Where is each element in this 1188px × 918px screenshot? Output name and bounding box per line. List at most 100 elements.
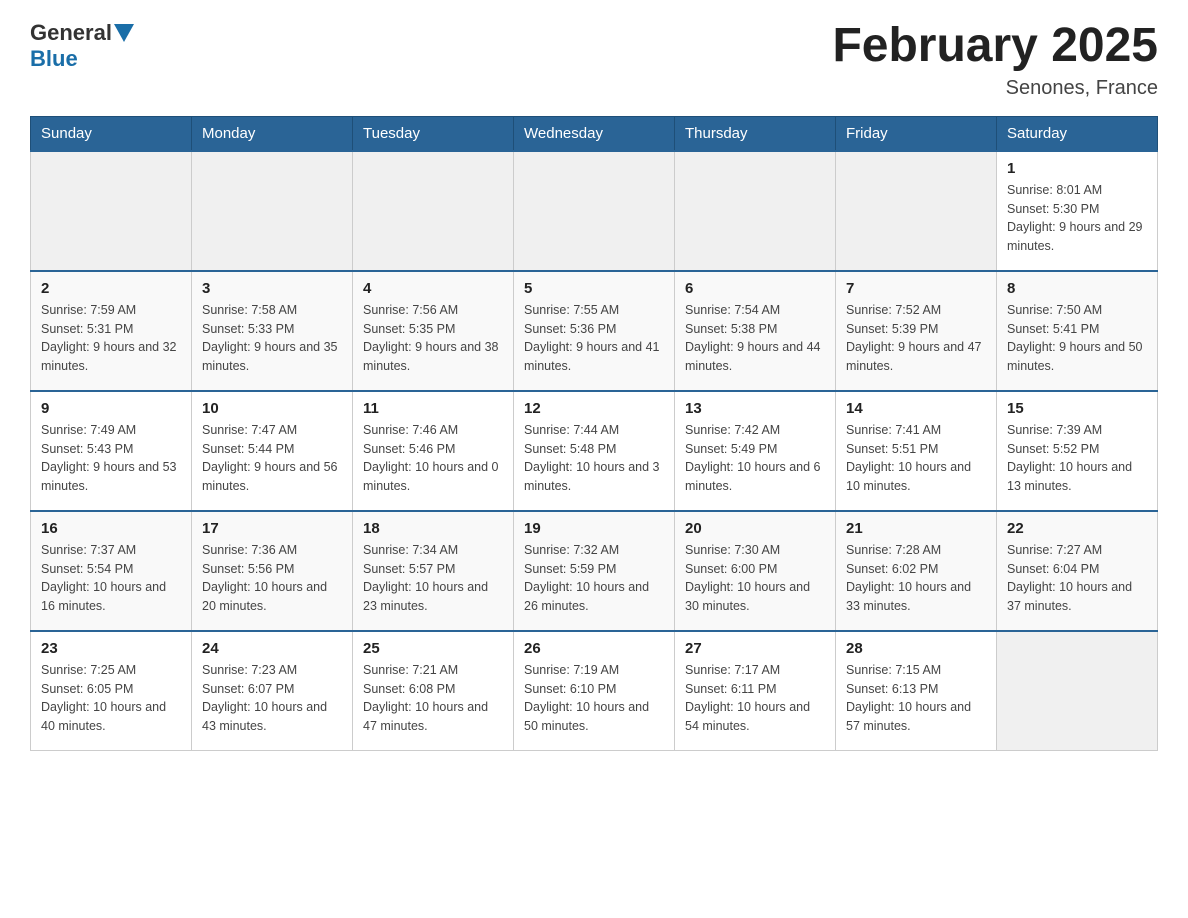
- calendar-cell: 19 Sunrise: 7:32 AM Sunset: 5:59 PM Dayli…: [514, 511, 675, 631]
- day-header-thursday: Thursday: [675, 116, 836, 151]
- day-info: Sunrise: 7:42 AM Sunset: 5:49 PM Dayligh…: [685, 421, 825, 496]
- day-number: 10: [202, 400, 342, 417]
- day-info: Sunrise: 7:23 AM Sunset: 6:07 PM Dayligh…: [202, 661, 342, 736]
- day-number: 19: [524, 520, 664, 537]
- day-info: Sunrise: 7:46 AM Sunset: 5:46 PM Dayligh…: [363, 421, 503, 496]
- day-number: 21: [846, 520, 986, 537]
- day-info: Sunrise: 7:36 AM Sunset: 5:56 PM Dayligh…: [202, 541, 342, 616]
- calendar-cell: 10Sunrise: 7:47 AM Sunset: 5:44 PM Dayli…: [192, 391, 353, 511]
- calendar-cell: 21 Sunrise: 7:28 AM Sunset: 6:02 PM Dayli…: [836, 511, 997, 631]
- logo-general-text: General: [30, 20, 112, 46]
- day-info: Sunrise: 7:25 AM Sunset: 6:05 PM Dayligh…: [41, 661, 181, 736]
- calendar-cell: 28 Sunrise: 7:15 AM Sunset: 6:13 PM Dayli…: [836, 631, 997, 751]
- day-header-saturday: Saturday: [997, 116, 1158, 151]
- day-info: Sunrise: 7:34 AM Sunset: 5:57 PM Dayligh…: [363, 541, 503, 616]
- day-info: Sunrise: 7:50 AM Sunset: 5:41 PM Dayligh…: [1007, 301, 1147, 376]
- day-number: 26: [524, 640, 664, 657]
- day-number: 6: [685, 280, 825, 297]
- calendar-cell: 8 Sunrise: 7:50 AM Sunset: 5:41 PM Daylig…: [997, 271, 1158, 391]
- calendar-cell: 24 Sunrise: 7:23 AM Sunset: 6:07 PM Dayli…: [192, 631, 353, 751]
- day-number: 27: [685, 640, 825, 657]
- day-info: Sunrise: 7:15 AM Sunset: 6:13 PM Dayligh…: [846, 661, 986, 736]
- calendar-cell: [514, 151, 675, 271]
- calendar-header-row: SundayMondayTuesdayWednesdayThursdayFrid…: [31, 116, 1158, 151]
- day-number: 8: [1007, 280, 1147, 297]
- calendar-cell: [997, 631, 1158, 751]
- day-header-tuesday: Tuesday: [353, 116, 514, 151]
- calendar-cell: [675, 151, 836, 271]
- day-number: 16: [41, 520, 181, 537]
- calendar-cell: [836, 151, 997, 271]
- day-number: 12: [524, 400, 664, 417]
- day-info: Sunrise: 7:59 AM Sunset: 5:31 PM Dayligh…: [41, 301, 181, 376]
- page-subtitle: Senones, France: [832, 77, 1158, 100]
- day-number: 25: [363, 640, 503, 657]
- day-header-monday: Monday: [192, 116, 353, 151]
- calendar-cell: 3 Sunrise: 7:58 AM Sunset: 5:33 PM Daylig…: [192, 271, 353, 391]
- day-number: 17: [202, 520, 342, 537]
- day-info: Sunrise: 7:28 AM Sunset: 6:02 PM Dayligh…: [846, 541, 986, 616]
- calendar-cell: 12 Sunrise: 7:44 AM Sunset: 5:48 PM Dayli…: [514, 391, 675, 511]
- page-title: February 2025: [832, 20, 1158, 73]
- calendar-cell: 2 Sunrise: 7:59 AM Sunset: 5:31 PM Daylig…: [31, 271, 192, 391]
- calendar-cell: 11Sunrise: 7:46 AM Sunset: 5:46 PM Dayli…: [353, 391, 514, 511]
- week-row-1: 1Sunrise: 8:01 AM Sunset: 5:30 PM Daylig…: [31, 151, 1158, 271]
- day-number: 22: [1007, 520, 1147, 537]
- day-number: 20: [685, 520, 825, 537]
- calendar-cell: 20 Sunrise: 7:30 AM Sunset: 6:00 PM Dayli…: [675, 511, 836, 631]
- day-number: 3: [202, 280, 342, 297]
- day-number: 4: [363, 280, 503, 297]
- calendar-table: SundayMondayTuesdayWednesdayThursdayFrid…: [30, 116, 1158, 752]
- day-number: 1: [1007, 160, 1147, 177]
- calendar-cell: 17 Sunrise: 7:36 AM Sunset: 5:56 PM Dayli…: [192, 511, 353, 631]
- calendar-cell: 16 Sunrise: 7:37 AM Sunset: 5:54 PM Dayli…: [31, 511, 192, 631]
- calendar-cell: [31, 151, 192, 271]
- calendar-cell: 1Sunrise: 8:01 AM Sunset: 5:30 PM Daylig…: [997, 151, 1158, 271]
- day-number: 24: [202, 640, 342, 657]
- day-info: Sunrise: 7:39 AM Sunset: 5:52 PM Dayligh…: [1007, 421, 1147, 496]
- day-number: 9: [41, 400, 181, 417]
- calendar-cell: [192, 151, 353, 271]
- day-info: Sunrise: 7:17 AM Sunset: 6:11 PM Dayligh…: [685, 661, 825, 736]
- calendar-cell: 22Sunrise: 7:27 AM Sunset: 6:04 PM Dayli…: [997, 511, 1158, 631]
- day-info: Sunrise: 7:32 AM Sunset: 5:59 PM Dayligh…: [524, 541, 664, 616]
- week-row-4: 16 Sunrise: 7:37 AM Sunset: 5:54 PM Dayli…: [31, 511, 1158, 631]
- day-info: Sunrise: 7:37 AM Sunset: 5:54 PM Dayligh…: [41, 541, 181, 616]
- day-info: Sunrise: 7:44 AM Sunset: 5:48 PM Dayligh…: [524, 421, 664, 496]
- calendar-cell: 9Sunrise: 7:49 AM Sunset: 5:43 PM Daylig…: [31, 391, 192, 511]
- day-number: 14: [846, 400, 986, 417]
- day-info: Sunrise: 7:41 AM Sunset: 5:51 PM Dayligh…: [846, 421, 986, 496]
- day-number: 28: [846, 640, 986, 657]
- day-header-wednesday: Wednesday: [514, 116, 675, 151]
- day-header-sunday: Sunday: [31, 116, 192, 151]
- day-number: 2: [41, 280, 181, 297]
- day-number: 13: [685, 400, 825, 417]
- day-info: Sunrise: 7:30 AM Sunset: 6:00 PM Dayligh…: [685, 541, 825, 616]
- week-row-5: 23 Sunrise: 7:25 AM Sunset: 6:05 PM Dayli…: [31, 631, 1158, 751]
- calendar-cell: 18Sunrise: 7:34 AM Sunset: 5:57 PM Dayli…: [353, 511, 514, 631]
- title-block: February 2025 Senones, France: [832, 20, 1158, 100]
- week-row-2: 2 Sunrise: 7:59 AM Sunset: 5:31 PM Daylig…: [31, 271, 1158, 391]
- day-info: Sunrise: 7:54 AM Sunset: 5:38 PM Dayligh…: [685, 301, 825, 376]
- calendar-cell: 26 Sunrise: 7:19 AM Sunset: 6:10 PM Dayli…: [514, 631, 675, 751]
- day-info: Sunrise: 7:56 AM Sunset: 5:35 PM Dayligh…: [363, 301, 503, 376]
- calendar-cell: 27 Sunrise: 7:17 AM Sunset: 6:11 PM Dayli…: [675, 631, 836, 751]
- day-number: 5: [524, 280, 664, 297]
- day-number: 15: [1007, 400, 1147, 417]
- day-info: Sunrise: 7:55 AM Sunset: 5:36 PM Dayligh…: [524, 301, 664, 376]
- day-info: Sunrise: 7:58 AM Sunset: 5:33 PM Dayligh…: [202, 301, 342, 376]
- calendar-cell: 23 Sunrise: 7:25 AM Sunset: 6:05 PM Dayli…: [31, 631, 192, 751]
- calendar-cell: 13 Sunrise: 7:42 AM Sunset: 5:49 PM Dayli…: [675, 391, 836, 511]
- calendar-cell: 14 Sunrise: 7:41 AM Sunset: 5:51 PM Dayli…: [836, 391, 997, 511]
- day-number: 23: [41, 640, 181, 657]
- day-header-friday: Friday: [836, 116, 997, 151]
- day-number: 7: [846, 280, 986, 297]
- logo: General Blue: [30, 20, 136, 72]
- calendar-cell: [353, 151, 514, 271]
- page-header: General Blue February 2025 Senones, Fran…: [30, 20, 1158, 100]
- calendar-cell: 4 Sunrise: 7:56 AM Sunset: 5:35 PM Daylig…: [353, 271, 514, 391]
- day-info: Sunrise: 7:19 AM Sunset: 6:10 PM Dayligh…: [524, 661, 664, 736]
- day-info: Sunrise: 7:52 AM Sunset: 5:39 PM Dayligh…: [846, 301, 986, 376]
- logo-triangle-icon: [114, 24, 134, 42]
- calendar-cell: 7 Sunrise: 7:52 AM Sunset: 5:39 PM Daylig…: [836, 271, 997, 391]
